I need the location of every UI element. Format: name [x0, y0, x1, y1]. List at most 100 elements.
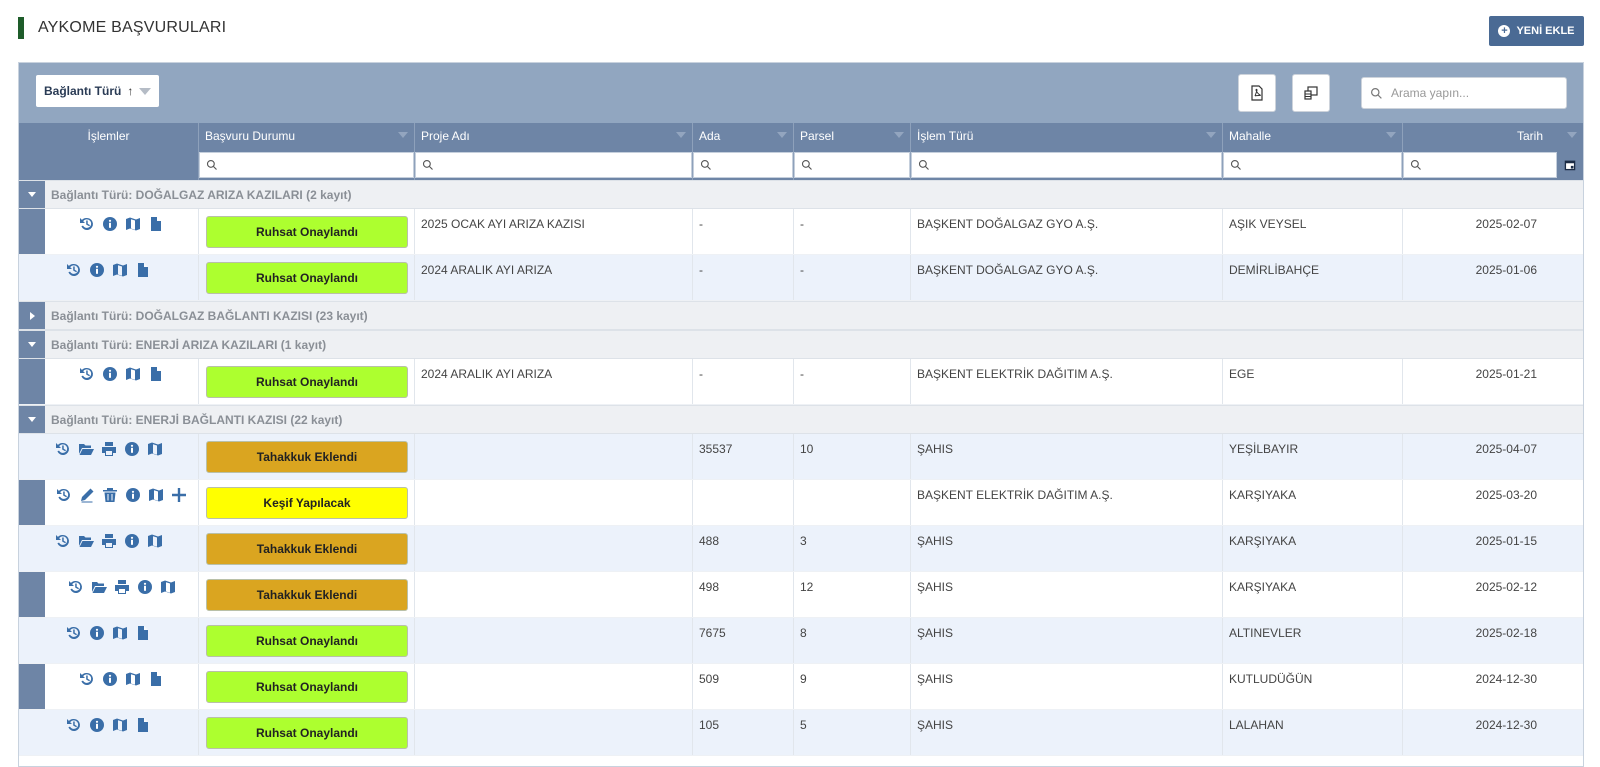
col-tarih[interactable]: Tarih	[1403, 123, 1583, 152]
filter-tarih[interactable]	[1403, 152, 1583, 180]
col-islem-turu[interactable]: İşlem Türü	[911, 123, 1223, 152]
map-icon[interactable]	[160, 579, 176, 595]
print-icon[interactable]	[101, 533, 117, 549]
map-icon[interactable]	[112, 717, 128, 733]
map-icon[interactable]	[112, 262, 128, 278]
table-row[interactable]: Ruhsat Onaylandı 105 5 ŞAHIS LALAHAN 2024-12-…	[19, 710, 1583, 756]
map-icon[interactable]	[125, 366, 141, 382]
table-row[interactable]: Tahakkuk Eklendi 498 12 ŞAHIS KARŞIYAKA 2025-…	[19, 572, 1583, 618]
plus-icon[interactable]	[171, 487, 187, 503]
history-icon[interactable]	[66, 262, 82, 278]
info-icon[interactable]	[102, 366, 118, 382]
history-icon[interactable]	[79, 216, 95, 232]
group-row[interactable]: Bağlantı Türü: DOĞALGAZ ARIZA KAZILARI (…	[19, 180, 1583, 209]
status-badge: Keşif Yapılacak	[206, 487, 408, 519]
trash-icon[interactable]	[102, 487, 118, 503]
file-icon[interactable]	[148, 366, 164, 382]
map-icon[interactable]	[148, 487, 164, 503]
map-icon[interactable]	[125, 216, 141, 232]
file-icon[interactable]	[135, 717, 151, 733]
table-row[interactable]: Tahakkuk Eklendi 35537 10 ŞAHIS YEŞİLBAYIR 20…	[19, 434, 1583, 480]
info-icon[interactable]	[89, 262, 105, 278]
col-mahalle[interactable]: Mahalle	[1223, 123, 1403, 152]
cell-tarih: 2025-02-12	[1475, 580, 1537, 594]
file-icon[interactable]	[135, 262, 151, 278]
folder-open-icon[interactable]	[78, 441, 94, 457]
group-by-chip[interactable]: Bağlantı Türü ↑	[36, 75, 160, 107]
info-icon[interactable]	[124, 441, 140, 457]
folder-open-icon[interactable]	[78, 533, 94, 549]
filter-icon[interactable]	[398, 132, 408, 138]
map-icon[interactable]	[125, 671, 141, 687]
history-icon[interactable]	[79, 366, 95, 382]
info-icon[interactable]	[89, 625, 105, 641]
column-chooser-button[interactable]	[1292, 74, 1330, 112]
cell-tarih: 2025-02-18	[1475, 626, 1537, 640]
new-record-button[interactable]: + YENİ EKLE	[1489, 16, 1584, 46]
info-icon[interactable]	[137, 579, 153, 595]
filter-basvuru-durumu[interactable]	[199, 152, 415, 180]
print-icon[interactable]	[114, 579, 130, 595]
file-icon[interactable]	[148, 671, 164, 687]
group-row[interactable]: Bağlantı Türü: ENERJİ ARIZA KAZILARI (1 …	[19, 330, 1583, 359]
file-icon[interactable]	[148, 216, 164, 232]
group-row[interactable]: Bağlantı Türü: DOĞALGAZ BAĞLANTI KAZISI …	[19, 301, 1583, 330]
history-icon[interactable]	[55, 533, 71, 549]
col-proje-adi[interactable]: Proje Adı	[415, 123, 693, 152]
row-indicator	[19, 664, 45, 709]
table-row[interactable]: Ruhsat Onaylandı 509 9 ŞAHIS KUTLUDÜĞÜN 2024-…	[19, 664, 1583, 710]
filter-icon[interactable]	[1567, 132, 1577, 138]
cell-mahalle: KARŞIYAKA	[1223, 526, 1403, 571]
table-row[interactable]: Ruhsat Onaylandı 2024 ARALIK AYI ARIZA - - B…	[19, 255, 1583, 301]
info-icon[interactable]	[124, 533, 140, 549]
filter-icon[interactable]	[894, 132, 904, 138]
history-icon[interactable]	[66, 625, 82, 641]
info-icon[interactable]	[102, 216, 118, 232]
calendar-icon[interactable]	[1563, 158, 1577, 172]
col-ada[interactable]: Ada	[693, 123, 794, 152]
filter-parsel[interactable]	[794, 152, 911, 180]
filter-proje-adi[interactable]	[415, 152, 693, 180]
history-icon[interactable]	[66, 717, 82, 733]
filter-islem-turu[interactable]	[911, 152, 1223, 180]
map-icon[interactable]	[147, 441, 163, 457]
collapse-toggle-icon[interactable]	[19, 331, 45, 358]
collapse-toggle-icon[interactable]	[19, 406, 45, 433]
edit-icon[interactable]	[79, 487, 95, 503]
sort-ascending-icon[interactable]: ↑	[127, 84, 133, 98]
filter-icon[interactable]	[1386, 132, 1396, 138]
grid-search[interactable]	[1361, 77, 1567, 109]
history-icon[interactable]	[55, 441, 71, 457]
group-row[interactable]: Bağlantı Türü: ENERJİ BAĞLANTI KAZISI (2…	[19, 405, 1583, 434]
grid-search-input[interactable]	[1391, 86, 1561, 100]
filter-ada[interactable]	[693, 152, 794, 180]
collapse-toggle-icon[interactable]	[19, 181, 45, 208]
table-row[interactable]: Tahakkuk Eklendi 488 3 ŞAHIS KARŞIYAKA 2025-0…	[19, 526, 1583, 572]
expand-toggle-icon[interactable]	[19, 302, 45, 329]
history-icon[interactable]	[56, 487, 72, 503]
filter-mahalle[interactable]	[1223, 152, 1403, 180]
table-row[interactable]: Ruhsat Onaylandı 2024 ARALIK AYI ARIZA - - B…	[19, 359, 1583, 405]
row-actions	[19, 710, 199, 755]
history-icon[interactable]	[68, 579, 84, 595]
info-icon[interactable]	[89, 717, 105, 733]
filter-icon[interactable]	[676, 132, 686, 138]
history-icon[interactable]	[79, 671, 95, 687]
col-parsel[interactable]: Parsel	[794, 123, 911, 152]
map-icon[interactable]	[147, 533, 163, 549]
filter-icon[interactable]	[1206, 132, 1216, 138]
folder-open-icon[interactable]	[91, 579, 107, 595]
map-icon[interactable]	[112, 625, 128, 641]
filter-icon[interactable]	[777, 132, 787, 138]
table-row[interactable]: Ruhsat Onaylandı 7675 8 ŞAHIS ALTINEVLER 2025…	[19, 618, 1583, 664]
export-pdf-button[interactable]	[1238, 74, 1276, 112]
file-icon[interactable]	[135, 625, 151, 641]
info-icon[interactable]	[102, 671, 118, 687]
table-row[interactable]: Keşif Yapılacak BAŞKENT ELEKTRİK DAĞITIM …	[19, 480, 1583, 526]
col-basvuru-durumu[interactable]: Başvuru Durumu	[199, 123, 415, 152]
filter-icon[interactable]	[139, 87, 152, 95]
info-icon[interactable]	[125, 487, 141, 503]
table-row[interactable]: Ruhsat Onaylandı 2025 OCAK AYI ARIZA KAZI…	[19, 209, 1583, 255]
status-badge: Tahakkuk Eklendi	[206, 579, 408, 611]
print-icon[interactable]	[101, 441, 117, 457]
